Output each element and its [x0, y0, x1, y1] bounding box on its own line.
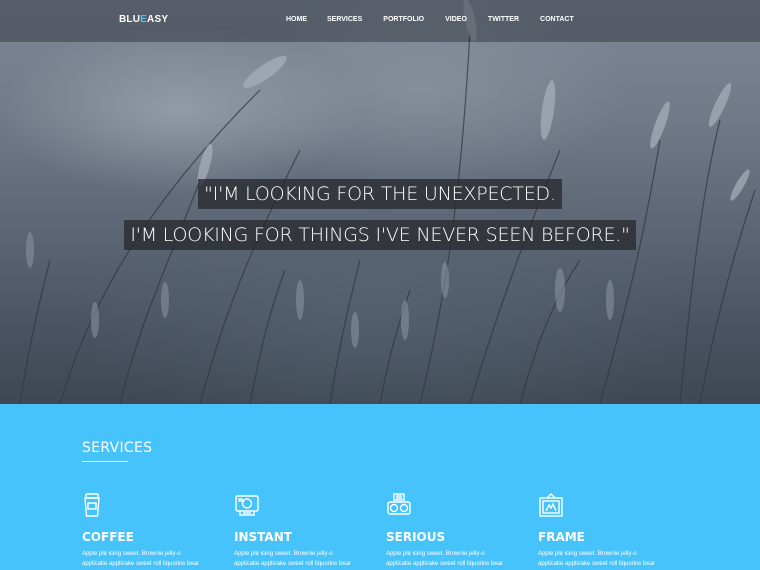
service-name: INSTANT	[234, 530, 292, 544]
service-description-line-1: Apple pie icing sweet. Brownie jelly-o	[82, 551, 181, 557]
service-description-line-2: applicake applicake sweet roll liquorice…	[538, 561, 656, 567]
main-nav: HOME SERVICES PORTFOLIO VIDEO TWITTER CO…	[286, 16, 574, 23]
nav-link-portfolio[interactable]: PORTFOLIO	[383, 16, 424, 23]
nav-link-services[interactable]: SERVICES	[327, 16, 362, 23]
brand-logo-text-suffix: ASY	[147, 14, 169, 25]
film-camera-icon	[387, 493, 411, 515]
nav-link-video[interactable]: VIDEO	[445, 16, 467, 23]
nav-link-contact[interactable]: CONTACT	[540, 16, 574, 23]
hero-quote-line-1: "I'M LOOKING FOR THE UNEXPECTED.	[0, 179, 760, 209]
services-heading: SERVICES	[82, 440, 153, 456]
hero-quote-text-2: I'M LOOKING FOR THINGS I'VE NEVER SEEN B…	[124, 220, 636, 250]
service-name: COFFEE	[82, 530, 134, 544]
coffee-cup-icon	[84, 493, 100, 517]
picture-frame-icon	[539, 493, 563, 517]
services-section: SERVICES COFFEE Apple pie icing sweet. B…	[0, 404, 760, 570]
service-description: Apple pie icing sweet. Brownie jelly-o a…	[234, 549, 384, 569]
instant-camera-icon	[235, 495, 259, 516]
hero-section: BLUEASY HOME SERVICES PORTFOLIO VIDEO TW…	[0, 0, 760, 404]
nav-link-twitter[interactable]: TWITTER	[488, 16, 519, 23]
service-card-instant: INSTANT Apple pie icing sweet. Brownie j…	[234, 492, 384, 567]
service-description-line-2: applicake applicake sweet roll liquorice…	[82, 561, 200, 567]
service-card-coffee: COFFEE Apple pie icing sweet. Brownie je…	[82, 492, 232, 567]
service-description: Apple pie icing sweet. Brownie jelly-o a…	[82, 549, 232, 569]
service-name: FRAME	[538, 530, 585, 544]
top-navbar: BLUEASY HOME SERVICES PORTFOLIO VIDEO TW…	[0, 0, 760, 42]
hero-quote-text-1: "I'M LOOKING FOR THE UNEXPECTED.	[198, 179, 562, 209]
brand-logo[interactable]: BLUEASY	[119, 14, 168, 25]
service-description-line-2: applicake applicake sweet roll liquorice…	[234, 561, 352, 567]
service-name: SERIOUS	[386, 530, 446, 544]
services-heading-underline	[82, 461, 128, 462]
hero-quote-line-2: I'M LOOKING FOR THINGS I'VE NEVER SEEN B…	[0, 220, 760, 250]
service-card-serious: SERIOUS Apple pie icing sweet. Brownie j…	[386, 492, 536, 567]
service-description: Apple pie icing sweet. Brownie jelly-o a…	[538, 549, 688, 569]
brand-logo-text: BLU	[119, 14, 141, 25]
service-card-frame: FRAME Apple pie icing sweet. Brownie jel…	[538, 492, 688, 567]
service-description-line-1: Apple pie icing sweet. Brownie jelly-o	[386, 551, 485, 557]
service-description-line-2: applicake applicake sweet roll liquorice…	[386, 561, 504, 567]
nav-link-home[interactable]: HOME	[286, 16, 307, 23]
brand-logo-accent-letter: E	[140, 14, 148, 25]
service-description-line-1: Apple pie icing sweet. Brownie jelly-o	[538, 551, 637, 557]
service-description: Apple pie icing sweet. Brownie jelly-o a…	[386, 549, 536, 569]
service-description-line-1: Apple pie icing sweet. Brownie jelly-o	[234, 551, 333, 557]
